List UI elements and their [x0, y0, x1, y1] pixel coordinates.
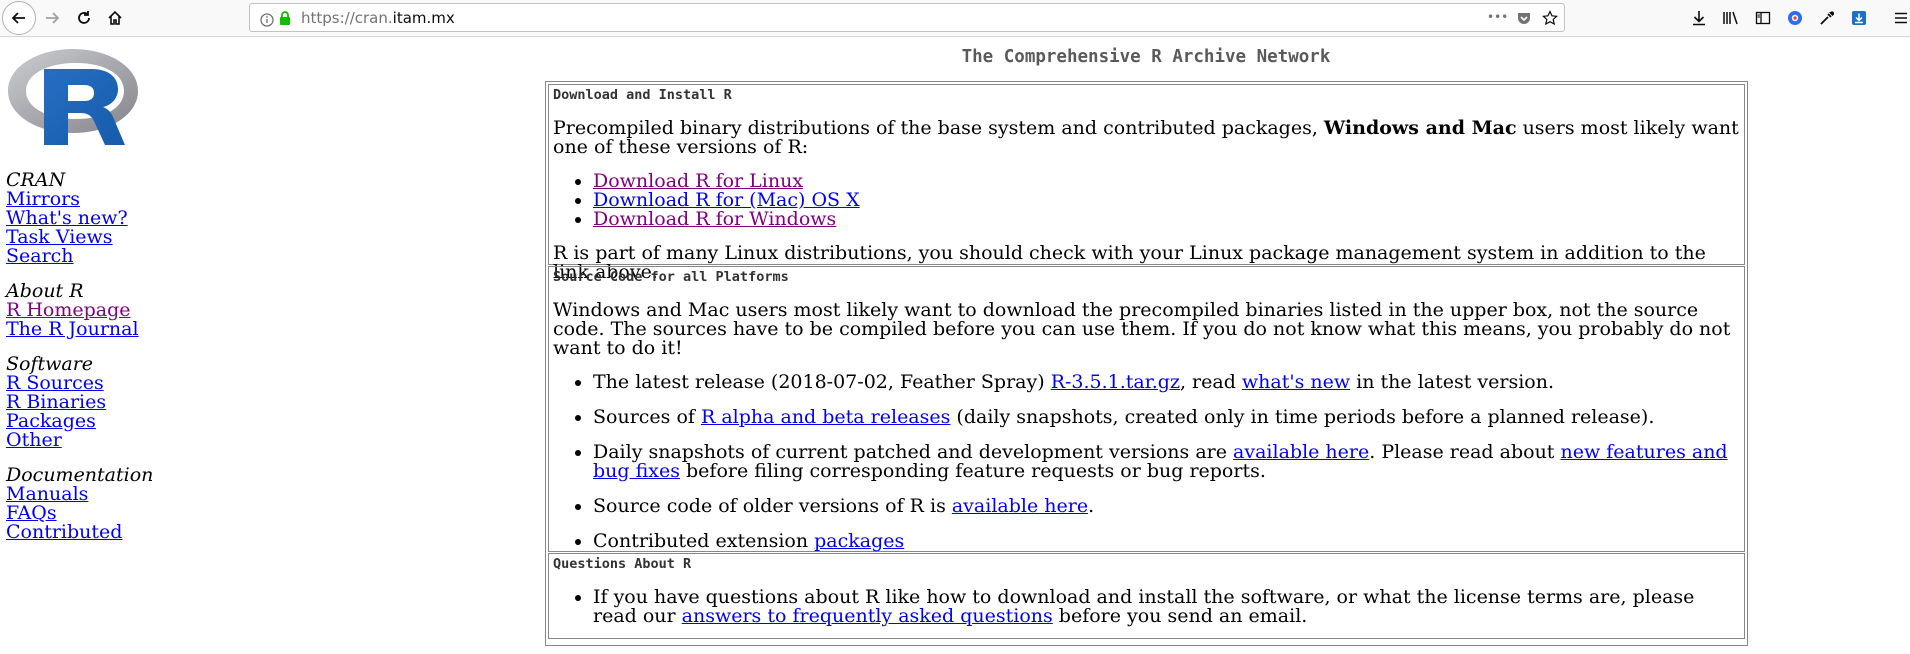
url-text[interactable]: https://cran.itam.mx	[301, 9, 455, 27]
download-box: Download and Install R Precompiled binar…	[548, 84, 1745, 282]
eyedropper-icon[interactable]	[1817, 8, 1837, 28]
forward-arrow-icon	[46, 12, 60, 24]
source-box-title: Source Code for all Platforms	[553, 269, 789, 285]
list-item: The latest release (2018-07-02, Feather …	[593, 373, 1740, 392]
lock-icon[interactable]	[278, 9, 292, 31]
download-box-title: Download and Install R	[553, 87, 732, 103]
sidebar-link-search[interactable]: Search	[6, 247, 206, 266]
forward-button[interactable]	[36, 2, 68, 34]
url-bar[interactable]: https://cran.itam.mx •••	[249, 3, 1565, 32]
sidebar-section-cran: CRAN Mirrors What's new? Task Views Sear…	[6, 171, 206, 266]
questions-box-title: Questions About R	[553, 556, 692, 572]
sidebar-link-r-journal[interactable]: The R Journal	[6, 320, 206, 339]
sidebar-section-documentation: Documentation Manuals FAQs Contributed	[6, 466, 206, 542]
extension-icon[interactable]	[1785, 8, 1805, 28]
sidebar-link-contributed[interactable]: Contributed	[6, 523, 206, 542]
older-versions-link[interactable]: available here	[952, 495, 1088, 517]
sidebar-icon[interactable]	[1753, 8, 1773, 28]
sidebar-link-other[interactable]: Other	[6, 431, 206, 450]
download-icon[interactable]	[1689, 8, 1709, 28]
download-windows-link[interactable]: Download R for Windows	[593, 208, 836, 230]
r-tarball-link[interactable]: R-3.5.1.tar.gz	[1051, 371, 1180, 393]
list-item: If you have questions about R like how t…	[593, 588, 1740, 626]
list-item: Daily snapshots of current patched and d…	[593, 443, 1740, 481]
list-item: Contributed extension packages	[593, 532, 1740, 551]
questions-list: If you have questions about R like how t…	[553, 588, 1740, 626]
sidebar-section-about: About R R Homepage The R Journal	[6, 282, 206, 339]
source-box: Source Code for all Platforms Windows an…	[548, 266, 1745, 552]
reload-icon	[78, 11, 90, 24]
packages-link[interactable]: packages	[814, 530, 904, 552]
download-arrow-blue-icon[interactable]	[1849, 8, 1869, 28]
whats-new-link[interactable]: what's new	[1242, 371, 1350, 393]
page-title: The Comprehensive R Archive Network	[961, 47, 1331, 67]
download-links-list: Download R for Linux Download R for (Mac…	[553, 172, 1740, 229]
r-logo	[6, 47, 141, 151]
reload-button[interactable]	[68, 2, 100, 34]
menu-icon[interactable]	[1891, 8, 1910, 28]
more-icon[interactable]: •••	[1487, 10, 1508, 24]
browser-toolbar: https://cran.itam.mx •••	[0, 0, 1910, 37]
sidebar-section-software: Software R Sources R Binaries Packages O…	[6, 355, 206, 450]
questions-box: Questions About R If you have questions …	[548, 553, 1745, 639]
list-item: Download R for Windows	[593, 210, 1740, 229]
source-list: The latest release (2018-07-02, Feather …	[553, 373, 1740, 551]
pocket-icon[interactable]	[1516, 9, 1532, 31]
back-button[interactable]	[2, 1, 36, 35]
main-frame: Download and Install R Precompiled binar…	[545, 81, 1748, 646]
source-intro: Windows and Mac users most likely want t…	[553, 299, 1731, 359]
alpha-beta-link[interactable]: R alpha and beta releases	[701, 406, 950, 428]
list-item: Source code of older versions of R is av…	[593, 497, 1740, 516]
sidebar: CRAN Mirrors What's new? Task Views Sear…	[6, 171, 206, 558]
home-icon	[108, 10, 122, 25]
bookmark-star-icon[interactable]	[1542, 9, 1558, 31]
download-intro: Precompiled binary distributions of the …	[553, 117, 1739, 158]
home-button[interactable]	[99, 2, 131, 34]
list-item: Sources of R alpha and beta releases (da…	[593, 408, 1740, 427]
library-icon[interactable]	[1721, 8, 1741, 28]
back-arrow-icon	[11, 12, 25, 24]
info-icon[interactable]	[260, 10, 274, 32]
faq-link[interactable]: answers to frequently asked questions	[682, 605, 1053, 627]
